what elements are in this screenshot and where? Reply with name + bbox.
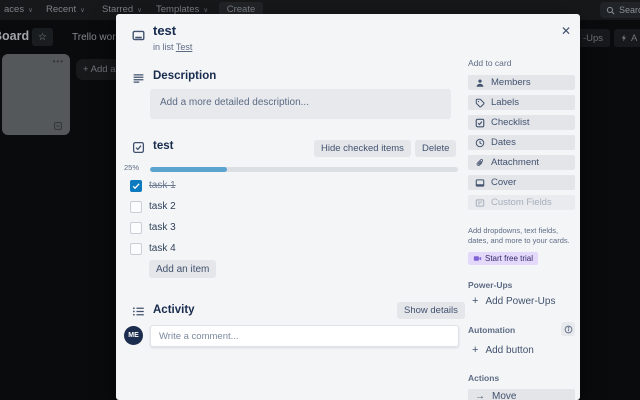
- checklist-icon: [132, 141, 145, 154]
- board-automation-label: A: [631, 32, 638, 44]
- star-icon: ☆: [38, 31, 47, 43]
- checklist-item-row[interactable]: task 3: [116, 220, 461, 236]
- member-icon: [475, 78, 485, 88]
- add-button-button[interactable]: + Add button: [472, 344, 534, 356]
- workspace-name: Trello works: [72, 32, 118, 43]
- board-title: Board: [0, 29, 30, 43]
- hide-checked-items-button[interactable]: Hide checked items: [314, 140, 411, 157]
- add-power-ups-label: Add Power-Ups: [485, 295, 556, 307]
- sidebar-button-label: Attachment: [491, 157, 540, 168]
- card-subtitle: in list Test: [153, 42, 192, 52]
- attachment-paperclip-icon: [475, 158, 485, 168]
- sidebar-button-label: Custom Fields: [491, 197, 552, 208]
- chevron-down-icon: ∨: [203, 6, 209, 14]
- checklist-progress-fill: [150, 167, 227, 172]
- nav-workspaces[interactable]: aces ∨: [4, 4, 33, 15]
- checkbox-unchecked[interactable]: [130, 222, 142, 234]
- checklist-item-label: task 3: [149, 222, 176, 233]
- chevron-down-icon: ∨: [28, 6, 33, 14]
- activity-heading: Activity: [153, 304, 195, 316]
- show-details-button[interactable]: Show details: [397, 302, 465, 319]
- delete-checklist-button[interactable]: Delete: [415, 140, 457, 157]
- start-free-trial-label: Start free trial: [485, 254, 534, 263]
- sidebar-labels-button[interactable]: Labels: [468, 95, 575, 110]
- checkbox-unchecked[interactable]: [130, 201, 142, 213]
- nav-recent-label: Recent: [46, 4, 77, 15]
- chevron-down-icon: ∨: [80, 6, 85, 14]
- description-heading: Description: [153, 70, 217, 82]
- sidebar-attachment-button[interactable]: Attachment: [468, 155, 575, 170]
- star-board-button[interactable]: ☆: [32, 28, 53, 46]
- checklist-progress-bar: [150, 167, 458, 172]
- nav-recent[interactable]: Recent ∨: [46, 4, 85, 15]
- start-free-trial-button[interactable]: Start free trial: [468, 252, 539, 265]
- checkbox-unchecked[interactable]: [130, 243, 142, 255]
- plus-icon: +: [472, 295, 479, 307]
- description-placeholder-box[interactable]: Add a more detailed description...: [150, 89, 451, 119]
- clock-icon: [475, 138, 485, 148]
- checklist-item-row[interactable]: task 1: [116, 178, 461, 194]
- sidebar-cover-button[interactable]: Cover: [468, 175, 575, 190]
- add-button-label: Add button: [485, 344, 534, 356]
- card-title[interactable]: test: [153, 23, 176, 38]
- chevron-down-icon: ∨: [137, 6, 142, 14]
- card-icon: [132, 29, 145, 42]
- actions-heading: Actions: [468, 373, 500, 383]
- sidebar-members-button[interactable]: Members: [468, 75, 575, 90]
- automation-info-button[interactable]: [561, 322, 575, 336]
- lightning-bolt-icon: [620, 33, 628, 43]
- in-list-prefix: in list: [153, 42, 174, 52]
- sidebar-button-label: Labels: [491, 97, 519, 108]
- move-card-button[interactable]: → Move: [468, 389, 575, 400]
- custom-fields-icon: [475, 198, 485, 208]
- sidebar-dates-button[interactable]: Dates: [468, 135, 575, 150]
- search-input[interactable]: Search: [600, 2, 640, 18]
- sidebar-button-label: Members: [491, 77, 531, 88]
- sidebar-button-label: Dates: [491, 137, 516, 148]
- checklist-icon: [475, 118, 485, 128]
- sidebar-button-label: Cover: [491, 177, 517, 188]
- nav-workspaces-label: aces: [4, 4, 25, 15]
- screen: aces ∨ Recent ∨ Starred ∨ Templates ∨ Cr…: [0, 0, 640, 400]
- info-icon: [564, 325, 573, 334]
- board-list-card[interactable]: •••: [2, 54, 70, 135]
- power-ups-heading: Power-Ups: [468, 280, 513, 290]
- activity-icon: [132, 305, 145, 318]
- move-label: Move: [492, 391, 517, 400]
- search-placeholder: Search: [619, 5, 640, 15]
- add-checklist-item-button[interactable]: Add an item: [149, 260, 217, 278]
- label-tag-icon: [475, 98, 485, 108]
- plus-icon: +: [472, 344, 479, 356]
- custom-fields-upsell-text: Add dropdowns, text fields, dates, and m…: [468, 226, 570, 245]
- checkbox-checked[interactable]: [130, 180, 142, 192]
- template-card-icon[interactable]: [53, 121, 63, 131]
- sidebar-button-label: Checklist: [491, 117, 530, 128]
- card-sidebar: Add to card Members Labels Checklist Dat…: [468, 14, 575, 400]
- sidebar-custom-fields-button[interactable]: Custom Fields: [468, 195, 575, 210]
- checklist-item-label: task 1: [149, 180, 176, 191]
- automation-heading: Automation: [468, 325, 516, 335]
- checklist-heading: test: [153, 140, 174, 152]
- list-menu-dots-icon[interactable]: •••: [53, 57, 64, 66]
- card-detail-modal: ✕ test in list Test Description Add a mo…: [116, 14, 580, 400]
- board-automation-button[interactable]: A: [614, 29, 640, 47]
- checklist-item-label: task 2: [149, 201, 176, 212]
- avatar[interactable]: ME: [124, 326, 143, 345]
- checklist-item-row[interactable]: task 4: [116, 241, 461, 257]
- check-icon: [132, 183, 140, 190]
- checklist-item-row[interactable]: task 2: [116, 199, 461, 215]
- board-power-ups-button[interactable]: -Ups: [576, 29, 610, 47]
- checklist-percent-label: 25%: [124, 163, 140, 172]
- add-power-ups-button[interactable]: + Add Power-Ups: [472, 295, 555, 307]
- list-link[interactable]: Test: [176, 42, 193, 52]
- description-icon: [132, 72, 145, 85]
- cover-icon: [475, 178, 485, 188]
- comment-input[interactable]: [150, 325, 459, 347]
- checklist-item-label: task 4: [149, 243, 176, 254]
- arrow-right-icon: →: [475, 391, 485, 400]
- sidebar-checklist-button[interactable]: Checklist: [468, 115, 575, 130]
- add-to-card-label: Add to card: [468, 58, 512, 68]
- search-icon: [606, 6, 615, 15]
- video-camera-icon: [473, 254, 482, 263]
